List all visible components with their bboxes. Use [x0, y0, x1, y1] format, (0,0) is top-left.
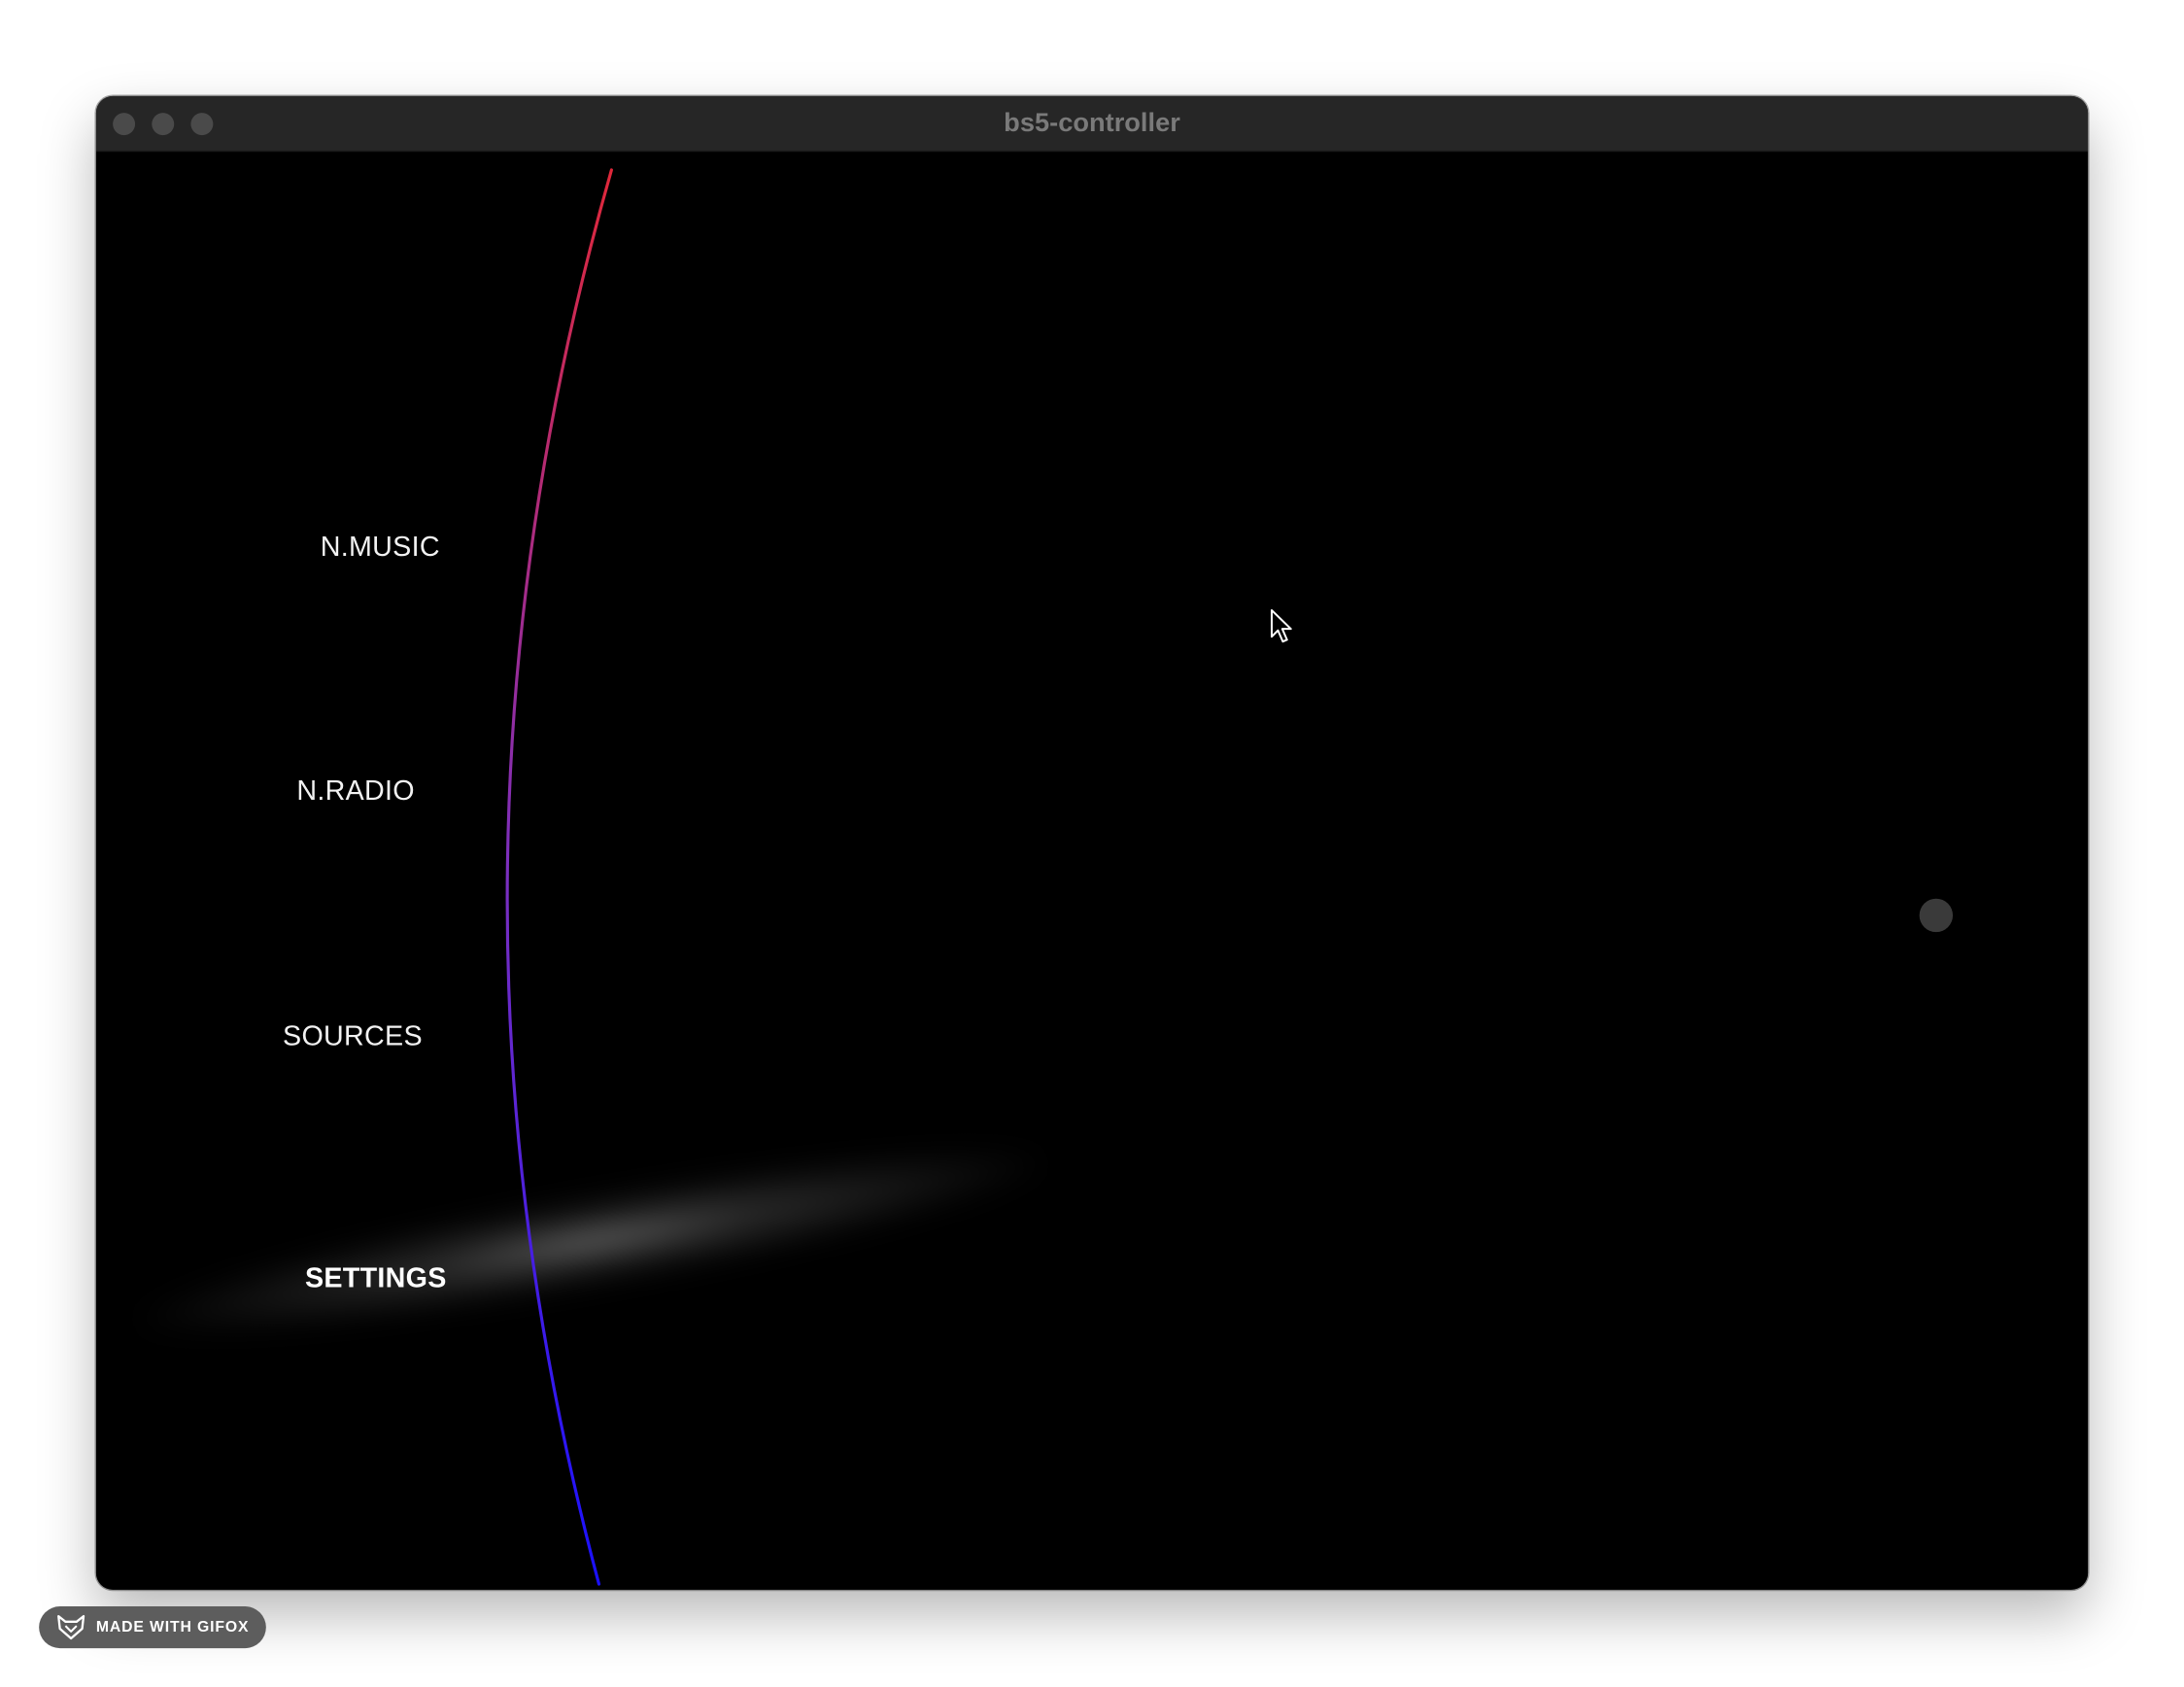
fox-icon	[57, 1614, 85, 1640]
menu-item-sources[interactable]: SOURCES	[283, 1021, 423, 1053]
menu-item-n-radio[interactable]: N.RADIO	[296, 776, 415, 809]
title-bar[interactable]: bs5-controller	[95, 95, 2089, 153]
window-title: bs5-controller	[1004, 108, 1180, 138]
main-content: N.MUSIC N.RADIO SOURCES SETTINGS	[95, 152, 2089, 1590]
app-window: bs5-controller N.MUSIC N.RADIO SOURCES S…	[95, 95, 2089, 1590]
selection-glow	[123, 1148, 1058, 1335]
menu-item-settings[interactable]: SETTINGS	[305, 1263, 447, 1295]
gifox-watermark-badge: MADE WITH GIFOX	[39, 1606, 266, 1649]
menu-item-n-music[interactable]: N.MUSIC	[321, 533, 440, 565]
menu-arc-line	[505, 168, 613, 1586]
menu-arc-graphic	[123, 168, 1058, 1586]
mouse-pointer-icon	[1270, 608, 1292, 643]
scroll-indicator-dot[interactable]	[1919, 898, 1954, 933]
gifox-label: MADE WITH GIFOX	[95, 1618, 250, 1636]
